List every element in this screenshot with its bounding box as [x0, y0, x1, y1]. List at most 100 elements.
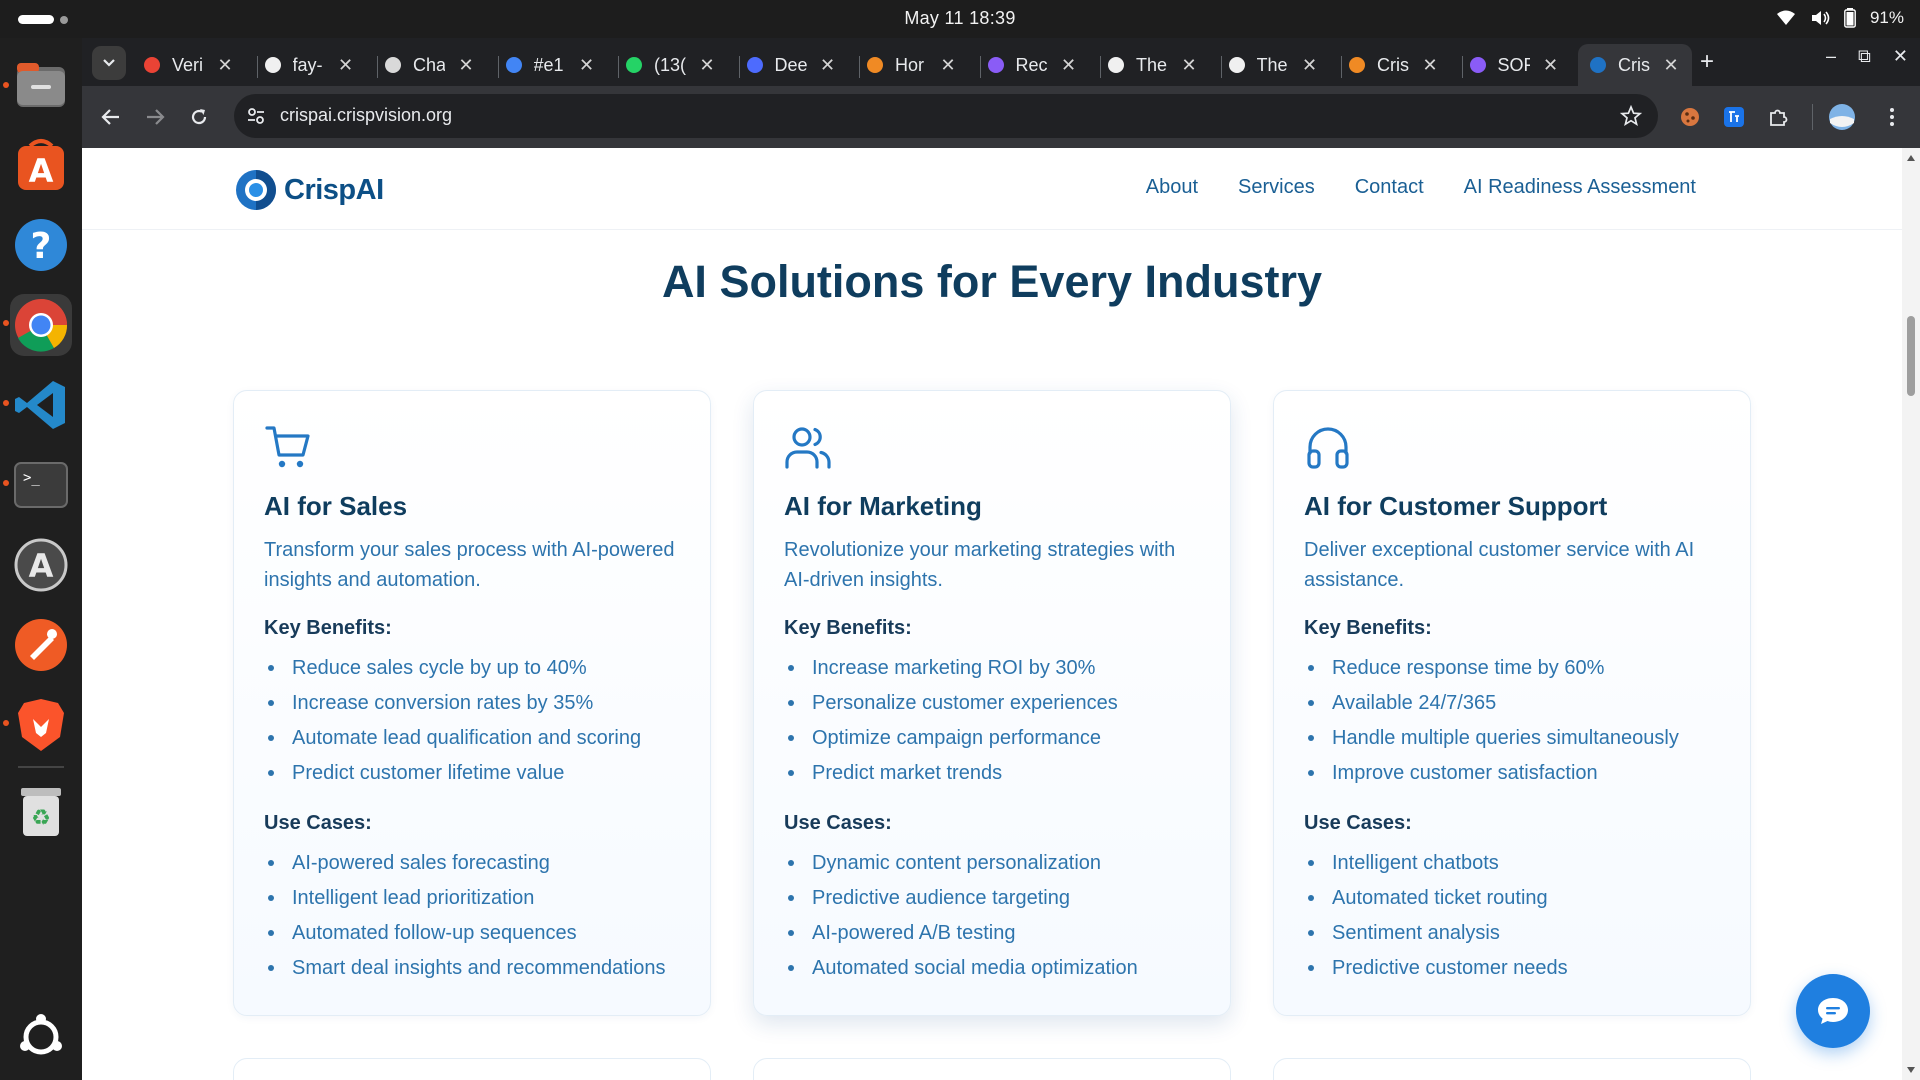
- browser-toolbar: crispai.crispvision.org: [82, 86, 1920, 148]
- browser-tab[interactable]: Dee ✕: [745, 44, 839, 86]
- back-button[interactable]: [98, 104, 124, 130]
- browser-tab[interactable]: fay- ✕: [263, 44, 357, 86]
- page-scrollbar[interactable]: [1902, 148, 1920, 1080]
- scroll-up-icon[interactable]: [1906, 154, 1916, 162]
- close-tab-icon[interactable]: ✕: [335, 55, 357, 76]
- translate-extension-icon[interactable]: [1722, 105, 1746, 129]
- trash-icon[interactable]: ♻: [10, 780, 72, 842]
- browser-tab[interactable]: The ✕: [1227, 44, 1321, 86]
- extensions-puzzle-icon[interactable]: [1766, 105, 1790, 129]
- ubuntu-dock: A ? >_ A ♻: [0, 38, 82, 1080]
- browser-tab[interactable]: (13(✕: [624, 44, 718, 86]
- key-benefits-heading: Key Benefits:: [1304, 617, 1432, 639]
- cookie-extension-icon[interactable]: [1678, 105, 1702, 129]
- browser-tab[interactable]: Hor ✕: [865, 44, 959, 86]
- tab-separator: [1461, 56, 1463, 78]
- postman-app-icon[interactable]: [10, 614, 72, 676]
- profile-avatar[interactable]: [1828, 103, 1856, 131]
- system-clock[interactable]: May 11 18:39: [0, 8, 1920, 29]
- close-tab-icon[interactable]: ✕: [817, 55, 839, 76]
- browser-tab[interactable]: Cha ✕: [383, 44, 477, 86]
- close-tab-icon[interactable]: ✕: [214, 55, 236, 76]
- site-info-icon[interactable]: [246, 106, 266, 126]
- browser-tab[interactable]: SOF ✕: [1468, 44, 1562, 86]
- close-tab-icon[interactable]: ✕: [1540, 55, 1562, 76]
- tab-title: Dee: [774, 54, 807, 75]
- system-tray[interactable]: 91%: [1776, 8, 1904, 28]
- show-apps-icon[interactable]: [10, 1006, 72, 1068]
- close-window-icon[interactable]: ✕: [1893, 46, 1908, 67]
- terminal-app-icon[interactable]: >_: [10, 454, 72, 516]
- close-tab-icon[interactable]: ✕: [1419, 55, 1441, 76]
- list-item: Predict customer lifetime value: [264, 760, 641, 795]
- brave-app-icon[interactable]: [10, 694, 72, 756]
- chrome-menu-icon[interactable]: [1880, 105, 1904, 129]
- close-tab-icon[interactable]: ✕: [696, 55, 718, 76]
- wifi-icon: [1776, 10, 1795, 25]
- close-tab-icon[interactable]: ✕: [1660, 55, 1682, 76]
- chrome-app-icon[interactable]: [10, 294, 72, 356]
- tab-separator: [377, 56, 378, 78]
- browser-tab[interactable]: Cris ✕: [1578, 44, 1692, 86]
- svg-text:?: ?: [31, 226, 52, 267]
- list-item: Predictive customer needs: [1304, 955, 1568, 990]
- tab-title: #e1: [533, 54, 564, 75]
- battery-icon: [1844, 8, 1856, 28]
- tab-separator: [1220, 56, 1222, 78]
- minimize-icon[interactable]: –: [1826, 46, 1836, 67]
- running-indicator: [3, 82, 9, 88]
- browser-tab[interactable]: #e1 ✕: [504, 44, 598, 86]
- svg-text:A: A: [29, 547, 54, 585]
- tab-search-button[interactable]: [92, 46, 126, 80]
- solution-card-marketing: AI for Marketing Revolutionize your mark…: [753, 390, 1231, 1016]
- app-center-icon[interactable]: A: [10, 134, 72, 196]
- files-app-icon[interactable]: [10, 54, 72, 116]
- tab-title: SOF: [1497, 54, 1530, 75]
- running-indicator: [3, 400, 9, 406]
- browser-tab[interactable]: The ✕: [1106, 44, 1200, 86]
- use-cases-list: AI-powered sales forecasting Intelligent…: [264, 850, 666, 990]
- scroll-down-icon[interactable]: [1906, 1066, 1916, 1074]
- close-tab-icon[interactable]: ✕: [1299, 55, 1321, 76]
- next-card-peek: [233, 1058, 711, 1080]
- browser-tab-strip: Veri ✕ fay- ✕ Cha ✕ #e1 ✕ (13(✕ Dee ✕ Hor ✕ Rec ✕ The ✕ T…: [82, 38, 1920, 86]
- close-tab-icon[interactable]: ✕: [455, 55, 477, 76]
- list-item: Optimize campaign performance: [784, 725, 1118, 760]
- close-tab-icon[interactable]: ✕: [937, 55, 959, 76]
- forward-button[interactable]: [142, 104, 168, 130]
- list-item: Predictive audience targeting: [784, 885, 1138, 920]
- browser-tab[interactable]: Veri ✕: [142, 44, 236, 86]
- new-tab-button[interactable]: +: [1700, 50, 1714, 74]
- address-bar[interactable]: crispai.crispvision.org: [234, 94, 1658, 138]
- nav-link-services[interactable]: Services: [1238, 176, 1315, 199]
- restore-icon[interactable]: ⧉: [1858, 46, 1871, 67]
- nav-link-contact[interactable]: Contact: [1355, 176, 1424, 199]
- browser-tab[interactable]: Rec ✕: [986, 44, 1080, 86]
- scrollbar-thumb[interactable]: [1907, 316, 1915, 396]
- site-logo[interactable]: CrispAI: [234, 168, 384, 212]
- help-app-icon[interactable]: ?: [10, 214, 72, 276]
- software-updater-icon[interactable]: A: [10, 534, 72, 596]
- list-item: Increase marketing ROI by 30%: [784, 655, 1118, 690]
- toolbar-divider: [1812, 104, 1813, 130]
- chat-bubble-icon: [1106, 55, 1126, 75]
- headphones-icon: [1307, 427, 1349, 469]
- benefits-list: Increase marketing ROI by 30% Personaliz…: [784, 655, 1118, 795]
- chat-bubble-icon: [1227, 55, 1247, 75]
- card-description: Transform your sales process with AI-pow…: [264, 539, 675, 591]
- list-item: AI-powered A/B testing: [784, 920, 1138, 955]
- reload-button[interactable]: [186, 104, 212, 130]
- close-tab-icon[interactable]: ✕: [1178, 55, 1200, 76]
- list-item: Available 24/7/365: [1304, 690, 1679, 725]
- vscode-app-icon[interactable]: [10, 374, 72, 436]
- nav-link-about[interactable]: About: [1146, 176, 1198, 199]
- chat-widget-button[interactable]: [1796, 974, 1870, 1048]
- tab-title: Rec: [1015, 54, 1048, 75]
- close-tab-icon[interactable]: ✕: [1058, 55, 1080, 76]
- bookmark-star-icon[interactable]: [1620, 105, 1642, 127]
- list-item: Reduce response time by 60%: [1304, 655, 1679, 690]
- browser-tab[interactable]: Cris ✕: [1347, 44, 1441, 86]
- close-tab-icon[interactable]: ✕: [576, 55, 598, 76]
- tab-title: Cris: [1618, 54, 1650, 75]
- nav-link-ai-readiness-assessment[interactable]: AI Readiness Assessment: [1464, 176, 1696, 199]
